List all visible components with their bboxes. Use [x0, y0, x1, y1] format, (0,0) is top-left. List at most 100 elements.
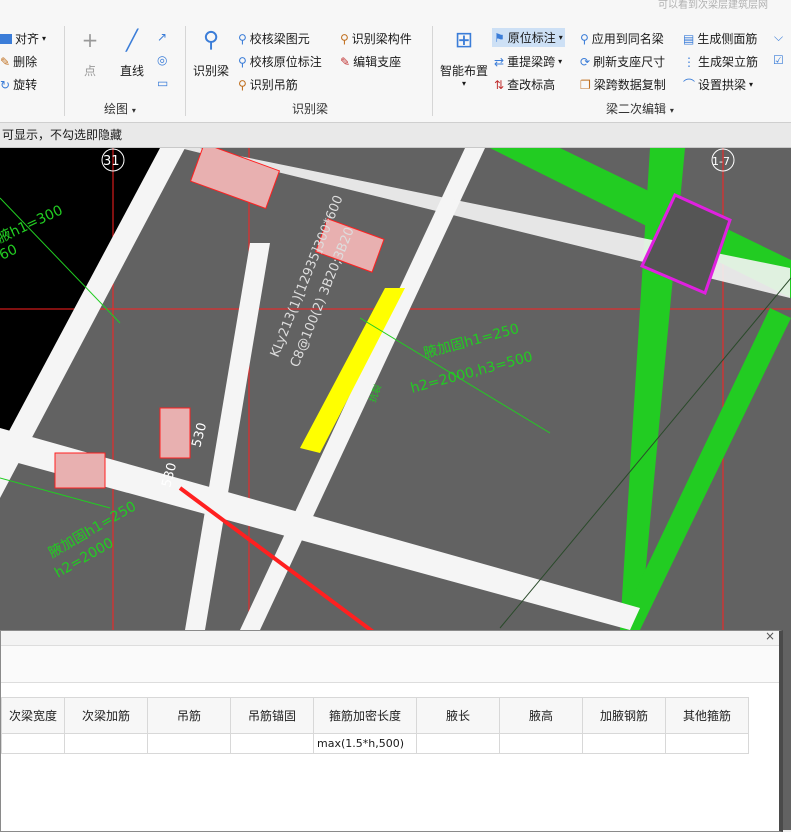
col-header[interactable]: 其他箍筋 — [665, 697, 749, 734]
chevron-down-icon: ▾ — [669, 106, 674, 115]
delete-button[interactable]: ✎ 删除 — [0, 53, 37, 70]
smart-layout-button[interactable]: ⊞ 智能布置 ▾ — [438, 28, 490, 88]
separator — [185, 26, 186, 116]
chevron-down-icon: ▾ — [131, 106, 136, 115]
status-text: 可显示，不勾选即隐藏 — [2, 128, 123, 142]
hatch-block — [189, 148, 281, 210]
copy-span-label: 梁跨数据复制 — [593, 78, 666, 92]
arc-icon: ↗ — [157, 30, 168, 44]
identify-beam-button[interactable]: ⚲ 识别梁 — [190, 28, 232, 79]
apply-icon: ⚲ — [580, 31, 589, 46]
point-label: 点 — [83, 64, 96, 78]
dim-530a: 530 — [189, 421, 210, 449]
rotate-button[interactable]: ↻ 旋转 — [0, 76, 37, 93]
set-arch-button[interactable]: ⌒ 设置拱梁 ▾ — [683, 76, 753, 93]
col-header[interactable]: 加腋钢筋 — [582, 697, 666, 734]
chevron-down-icon: ▾ — [558, 57, 563, 66]
gen-stand-label: 生成架立筋 — [698, 55, 759, 69]
watermark-text: 可以看到次梁层建筑层网 — [658, 0, 768, 11]
checkbox-icon[interactable]: ☑ — [773, 53, 784, 67]
edit-support-label: 编辑支座 — [353, 55, 402, 69]
close-icon[interactable]: × — [765, 629, 775, 643]
col-header[interactable]: 次梁宽度 — [1, 697, 65, 734]
table-cell[interactable] — [64, 733, 148, 754]
chevron-down-icon: ▾ — [749, 80, 754, 89]
identify-hanger-label: 识别吊筋 — [249, 78, 298, 92]
separator — [64, 26, 65, 116]
side-bar-icon: ▤ — [683, 31, 695, 46]
table-cell[interactable] — [416, 733, 500, 754]
identify-hanger-button[interactable]: ⚲ 识别吊筋 — [238, 76, 298, 93]
identify-beam-label: 识别梁 — [192, 64, 229, 78]
orig-mark-button[interactable]: ⚑ 原位标注 ▾ — [492, 28, 565, 47]
edit-group-label[interactable]: 梁二次编辑 ▾ — [606, 100, 674, 117]
check-beam-elem-button[interactable]: ⚲ 校核梁图元 — [238, 30, 310, 47]
identify-beam-icon: ⚲ — [202, 28, 220, 53]
re-span-label: 重提梁跨 — [507, 55, 556, 69]
table-cell[interactable] — [230, 733, 314, 754]
identify-group-label: 识别梁 — [292, 102, 329, 116]
line-button[interactable]: ╱ 直线 — [114, 28, 150, 79]
col-header[interactable]: 次梁加筋 — [64, 697, 148, 734]
component-icon: ⚲ — [340, 31, 349, 46]
col-header[interactable]: 吊筋锚固 — [230, 697, 314, 734]
chevron-down-icon: ▾ — [558, 33, 563, 42]
edit-support-button[interactable]: ✎ 编辑支座 — [340, 53, 401, 70]
set-arch-label: 设置拱梁 — [698, 78, 747, 92]
separator — [432, 26, 433, 116]
table-cell[interactable] — [499, 733, 583, 754]
table-cell[interactable]: max(1.5*h,500) — [313, 733, 417, 754]
hatch-block — [54, 452, 106, 489]
identify-beam-comp-button[interactable]: ⚲ 识别梁构件 — [340, 30, 412, 47]
hatch-block — [159, 407, 191, 459]
edit-icon: ✎ — [340, 54, 351, 69]
span-icon: ⇄ — [494, 54, 505, 69]
status-bar: 可显示，不勾选即隐藏 — [0, 123, 791, 148]
circle-icon: ◎ — [157, 53, 168, 67]
re-span-button[interactable]: ⇄ 重提梁跨 ▾ — [494, 53, 562, 70]
copy-icon: ❐ — [580, 77, 591, 92]
draw-group-label[interactable]: 绘图 ▾ — [104, 100, 136, 117]
check-icon: ⚲ — [238, 54, 247, 69]
gen-side-button[interactable]: ▤ 生成侧面筋 — [683, 30, 757, 47]
identify-beam-comp-label: 识别梁构件 — [351, 32, 412, 46]
chevron-down-icon: ▾ — [42, 34, 47, 43]
elevation-icon: ⇅ — [494, 77, 505, 92]
refresh-support-label: 刷新支座尺寸 — [593, 55, 666, 69]
check-orig-mark-button[interactable]: ⚲ 校核原位标注 — [238, 53, 322, 70]
table-cell[interactable] — [147, 733, 231, 754]
refresh-support-button[interactable]: ⟳ 刷新支座尺寸 — [580, 53, 665, 70]
arc-tool[interactable]: ↗ — [157, 30, 167, 44]
gen-side-label: 生成侧面筋 — [697, 32, 758, 46]
stand-bar-icon: ⋮ — [683, 54, 695, 69]
align-button[interactable]: 对齐 ▾ — [0, 30, 46, 47]
rect-tool[interactable]: ▭ — [157, 76, 168, 90]
axis-17-label: 1-7 — [712, 155, 730, 168]
ribbon-toolbar: 可以看到次梁层建筑层网 对齐 ▾ ✎ 删除 ↻ 旋转 + 点 ╱ 直线 ↗ ◎ … — [0, 0, 791, 123]
apply-same-button[interactable]: ⚲ 应用到同名梁 — [580, 30, 664, 47]
point-button[interactable]: + 点 — [76, 28, 104, 79]
align-label: 对齐 — [15, 32, 40, 46]
eraser-icon: ✎ — [0, 54, 11, 69]
axis-31-label: 31 — [103, 154, 120, 169]
table-cell[interactable] — [1, 733, 65, 754]
draw-group-text: 绘图 — [104, 102, 129, 116]
circle-tool[interactable]: ◎ — [157, 53, 167, 67]
col-header[interactable]: 腋高 — [499, 697, 583, 734]
rotate-label: 旋转 — [13, 78, 38, 92]
col-header[interactable]: 吊筋 — [147, 697, 231, 734]
more-icon[interactable]: ⌵ — [774, 30, 783, 45]
table-cell[interactable] — [582, 733, 666, 754]
copy-span-button[interactable]: ❐ 梁跨数据复制 — [580, 76, 666, 93]
refresh-icon: ⟳ — [580, 54, 591, 69]
gen-stand-button[interactable]: ⋮ 生成架立筋 — [683, 53, 758, 70]
check-elev-label: 查改标高 — [507, 78, 556, 92]
smart-layout-label: 智能布置 — [439, 64, 488, 78]
check-orig-mark-label: 校核原位标注 — [249, 55, 322, 69]
table-row: max(1.5*h,500) — [1, 733, 749, 754]
table-cell[interactable] — [665, 733, 749, 754]
check-elev-button[interactable]: ⇅ 查改标高 — [494, 76, 555, 93]
check-beam-elem-label: 校核梁图元 — [249, 32, 310, 46]
col-header[interactable]: 箍筋加密长度 — [313, 697, 417, 734]
col-header[interactable]: 腋长 — [416, 697, 500, 734]
